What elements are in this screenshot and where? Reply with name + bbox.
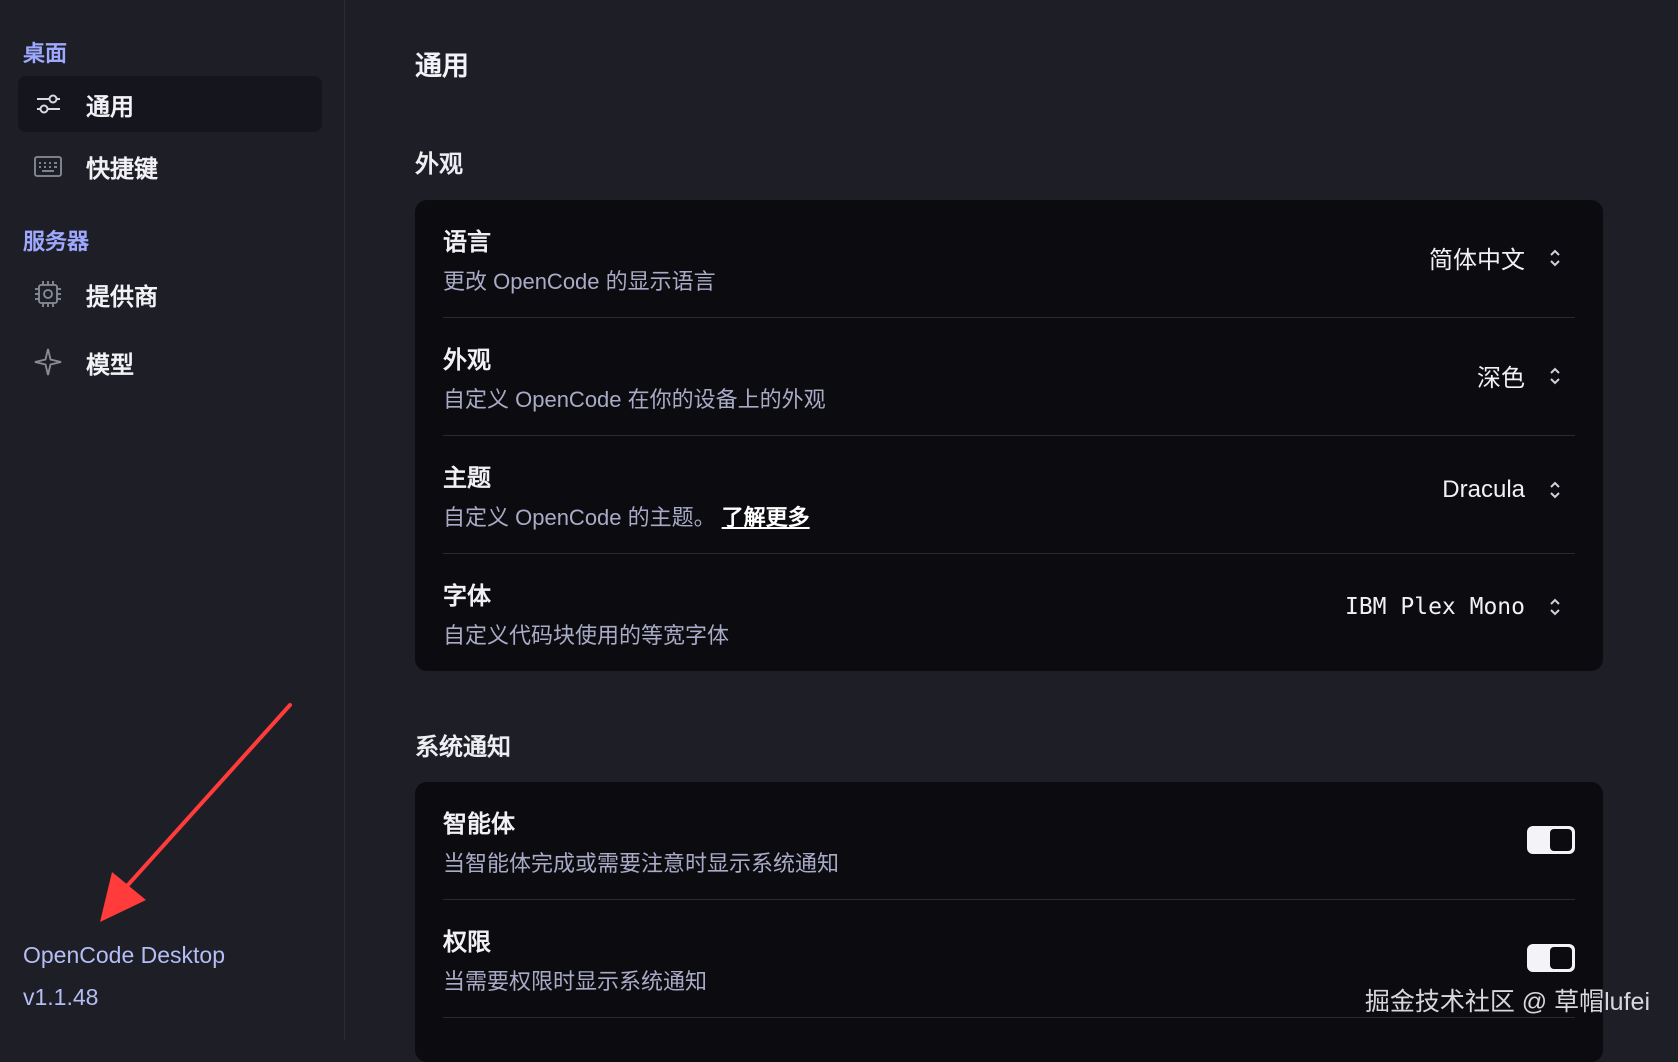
- setting-description: 自定义代码块使用的等宽字体: [443, 623, 730, 648]
- sidebar-item-general[interactable]: 通用: [18, 76, 322, 132]
- permission-notify-toggle[interactable]: [1527, 944, 1575, 972]
- section-label-desktop: 桌面: [23, 41, 68, 66]
- app-name: OpenCode Desktop: [23, 942, 226, 968]
- setting-description: 自定义 OpenCode 在你的设备上的外观: [443, 387, 826, 412]
- sidebar-item-providers[interactable]: 提供商: [18, 266, 322, 322]
- setting-title: 字体: [443, 583, 491, 610]
- chevron-up-down-icon: [1550, 249, 1560, 266]
- setting-row-theme: 主题 自定义 OpenCode 的主题。 了解更多 Dracula: [443, 436, 1575, 554]
- chevron-up-down-icon: [1550, 481, 1560, 499]
- sidebar-item-label: 模型: [86, 351, 134, 379]
- appearance-card: 语言 更改 OpenCode 的显示语言 简体中文 外观 自定义 OpenCod…: [415, 200, 1603, 671]
- agent-notify-toggle[interactable]: [1527, 826, 1575, 854]
- setting-row-language: 语言 更改 OpenCode 的显示语言 简体中文: [443, 200, 1575, 318]
- group-title-appearance: 外观: [415, 151, 463, 178]
- sliders-icon: [33, 89, 63, 119]
- sidebar: 桌面 通用 快捷键 服务器 提供商 模型 OpenCode Desktop v1…: [0, 0, 345, 1040]
- setting-row-appearance: 外观 自定义 OpenCode 在你的设备上的外观 深色: [443, 318, 1575, 436]
- font-select[interactable]: IBM Plex Mono: [1345, 594, 1563, 620]
- settings-main: 通用 外观 语言 更改 OpenCode 的显示语言 简体中文 外观 自定义 O…: [345, 0, 1678, 1062]
- learn-more-link[interactable]: 了解更多: [722, 505, 810, 530]
- language-select[interactable]: 简体中文: [1429, 240, 1563, 275]
- setting-title: 主题: [443, 465, 491, 492]
- sidebar-item-models[interactable]: 模型: [18, 334, 322, 390]
- select-value: 简体中文: [1429, 247, 1525, 274]
- setting-description: 当需要权限时显示系统通知: [443, 969, 708, 994]
- chevron-up-down-icon: [1550, 367, 1560, 384]
- sidebar-item-label: 提供商: [86, 283, 158, 311]
- notifications-card: 智能体 当智能体完成或需要注意时显示系统通知 权限 当需要权限时显示系统通知: [415, 782, 1603, 1062]
- setting-row-agent-notify: 智能体 当智能体完成或需要注意时显示系统通知: [443, 782, 1575, 900]
- setting-title: 智能体: [443, 811, 515, 838]
- toggle-knob: [1550, 947, 1572, 969]
- theme-description-text: 自定义 OpenCode 的主题。: [443, 505, 716, 530]
- select-value: 深色: [1477, 365, 1525, 392]
- sidebar-item-shortcuts[interactable]: 快捷键: [18, 138, 322, 194]
- setting-description: 自定义 OpenCode 的主题。 了解更多: [443, 500, 810, 532]
- select-value: Dracula: [1442, 476, 1525, 503]
- setting-description: 当智能体完成或需要注意时显示系统通知: [443, 851, 840, 876]
- watermark: 掘金技术社区 @ 草帽lufei: [1364, 988, 1650, 1016]
- setting-title: 权限: [443, 929, 491, 956]
- keyboard-icon: [33, 151, 63, 181]
- chevron-up-down-icon: [1550, 598, 1560, 616]
- annotation-arrow-icon: [100, 703, 292, 922]
- app-version: v1.1.48: [23, 984, 99, 1010]
- setting-row-font: 字体 自定义代码块使用的等宽字体 IBM Plex Mono: [443, 554, 1575, 671]
- sidebar-item-label: 快捷键: [86, 155, 158, 183]
- page-title: 通用: [415, 51, 469, 81]
- theme-select[interactable]: Dracula: [1442, 476, 1563, 504]
- sidebar-item-label: 通用: [86, 93, 134, 121]
- appearance-select[interactable]: 深色: [1477, 358, 1563, 393]
- setting-title: 外观: [443, 347, 491, 374]
- section-label-server: 服务器: [23, 229, 90, 254]
- select-value: IBM Plex Mono: [1344, 594, 1525, 620]
- setting-description: 更改 OpenCode 的显示语言: [443, 269, 716, 294]
- sparkle-icon: [33, 347, 63, 377]
- group-title-notifications: 系统通知: [415, 734, 511, 761]
- setting-title: 语言: [443, 229, 491, 256]
- toggle-knob: [1550, 829, 1572, 851]
- chip-icon: [33, 279, 63, 309]
